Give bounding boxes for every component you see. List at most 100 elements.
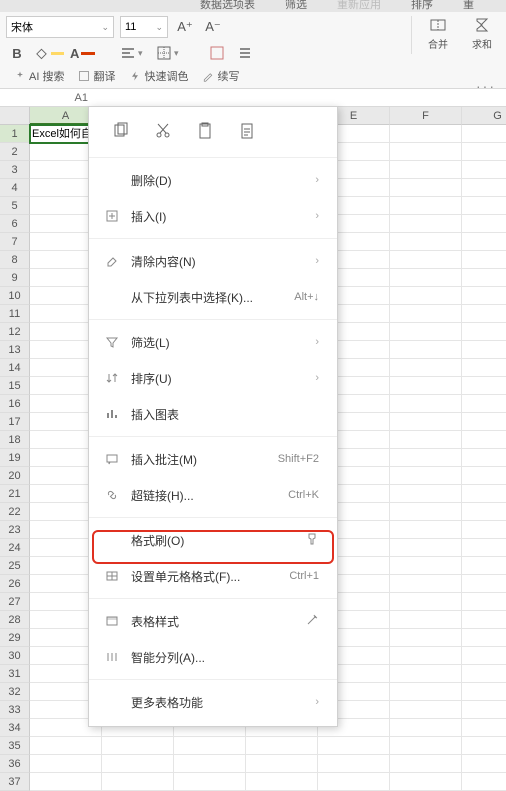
menu-cell-format[interactable]: 设置单元格格式(F)...Ctrl+1 (89, 558, 337, 594)
row-header[interactable]: 20 (0, 467, 30, 485)
cell[interactable] (462, 593, 506, 611)
sum-button[interactable]: 求和 (464, 16, 500, 51)
cell[interactable] (390, 359, 462, 377)
cell[interactable] (462, 647, 506, 665)
cell[interactable] (462, 737, 506, 755)
menu-dropdown-select[interactable]: 从下拉列表中选择(K)...Alt+↓ (89, 279, 337, 315)
cell[interactable] (390, 467, 462, 485)
cell[interactable] (318, 737, 390, 755)
cell[interactable] (390, 485, 462, 503)
row-header[interactable]: 25 (0, 557, 30, 575)
cell[interactable] (390, 377, 462, 395)
cell[interactable] (462, 503, 506, 521)
row-header[interactable]: 15 (0, 377, 30, 395)
menu-smart-split[interactable]: 智能分列(A)... (89, 639, 337, 675)
cell[interactable] (462, 557, 506, 575)
menu-table-style[interactable]: 表格样式 (89, 603, 337, 639)
cell[interactable] (462, 161, 506, 179)
cell[interactable] (390, 575, 462, 593)
row-header[interactable]: 26 (0, 575, 30, 593)
paste-special-button[interactable] (235, 119, 259, 143)
row-header[interactable]: 17 (0, 413, 30, 431)
menu-insert-chart[interactable]: 插入图表 (89, 396, 337, 432)
merge-button[interactable]: 合并 (420, 16, 456, 51)
cell[interactable] (390, 431, 462, 449)
cell[interactable] (174, 773, 246, 791)
translate-button[interactable]: 翻译 (78, 68, 115, 84)
menu-clear[interactable]: 清除内容(N)› (89, 243, 337, 279)
cell[interactable] (462, 233, 506, 251)
cell[interactable] (462, 755, 506, 773)
cell[interactable] (462, 773, 506, 791)
row-header[interactable]: 5 (0, 197, 30, 215)
more-button[interactable]: ··· (476, 78, 496, 94)
cell[interactable] (462, 143, 506, 161)
cell[interactable] (102, 737, 174, 755)
paste-button[interactable] (193, 119, 217, 143)
conditional-format-button[interactable] (234, 42, 256, 64)
cell[interactable] (462, 449, 506, 467)
cell[interactable] (102, 755, 174, 773)
cell[interactable] (318, 773, 390, 791)
row-header[interactable]: 12 (0, 323, 30, 341)
cell[interactable] (462, 377, 506, 395)
row-header[interactable]: 37 (0, 773, 30, 791)
cell[interactable] (390, 125, 462, 143)
cell[interactable] (462, 197, 506, 215)
cell[interactable] (462, 305, 506, 323)
cell[interactable] (462, 521, 506, 539)
cell[interactable] (390, 737, 462, 755)
fill-color-button[interactable] (34, 42, 64, 64)
menu-delete[interactable]: 删除(D)› (89, 162, 337, 198)
decrease-font-button[interactable]: A⁻ (202, 16, 224, 38)
cell[interactable] (30, 755, 102, 773)
row-header[interactable]: 8 (0, 251, 30, 269)
row-header[interactable]: 11 (0, 305, 30, 323)
cell[interactable] (462, 413, 506, 431)
menu-insert[interactable]: 插入(I)› (89, 198, 337, 234)
row-header[interactable]: 9 (0, 269, 30, 287)
cell[interactable] (246, 773, 318, 791)
row-header[interactable]: 16 (0, 395, 30, 413)
col-header-f[interactable]: F (390, 107, 462, 125)
cell[interactable] (462, 539, 506, 557)
cell[interactable] (390, 269, 462, 287)
menu-format-painter[interactable]: 格式刷(O) (89, 522, 337, 558)
tab-reapply[interactable]: 重新应用 (337, 0, 381, 12)
cell[interactable] (462, 719, 506, 737)
cell[interactable] (390, 611, 462, 629)
cell[interactable] (30, 737, 102, 755)
cell[interactable] (462, 323, 506, 341)
menu-more-table[interactable]: 更多表格功能› (89, 684, 337, 720)
cell[interactable] (462, 701, 506, 719)
cell[interactable] (390, 341, 462, 359)
border-button[interactable]: ▾ (156, 42, 186, 64)
increase-font-button[interactable]: A⁺ (174, 16, 196, 38)
row-header[interactable]: 18 (0, 431, 30, 449)
row-header[interactable]: 35 (0, 737, 30, 755)
row-header[interactable]: 24 (0, 539, 30, 557)
font-color-button[interactable]: A (70, 42, 100, 64)
cell[interactable] (30, 773, 102, 791)
cell[interactable] (462, 431, 506, 449)
cell[interactable] (390, 323, 462, 341)
cell[interactable] (390, 719, 462, 737)
tab-sort[interactable]: 排序 (411, 0, 433, 12)
cell[interactable] (462, 215, 506, 233)
cell[interactable] (390, 161, 462, 179)
cell[interactable] (462, 269, 506, 287)
row-header[interactable]: 19 (0, 449, 30, 467)
cell[interactable] (462, 683, 506, 701)
font-size-select[interactable]: 11 ⌄ (120, 16, 168, 38)
cell[interactable] (390, 395, 462, 413)
row-header[interactable]: 1 (0, 125, 30, 143)
cell[interactable] (390, 593, 462, 611)
tab-data[interactable]: 数据选项表 (200, 0, 255, 12)
cell[interactable] (246, 755, 318, 773)
cell[interactable] (462, 665, 506, 683)
row-header[interactable]: 30 (0, 647, 30, 665)
row-header[interactable]: 31 (0, 665, 30, 683)
cell[interactable] (462, 341, 506, 359)
row-header[interactable]: 6 (0, 215, 30, 233)
cell[interactable] (390, 647, 462, 665)
